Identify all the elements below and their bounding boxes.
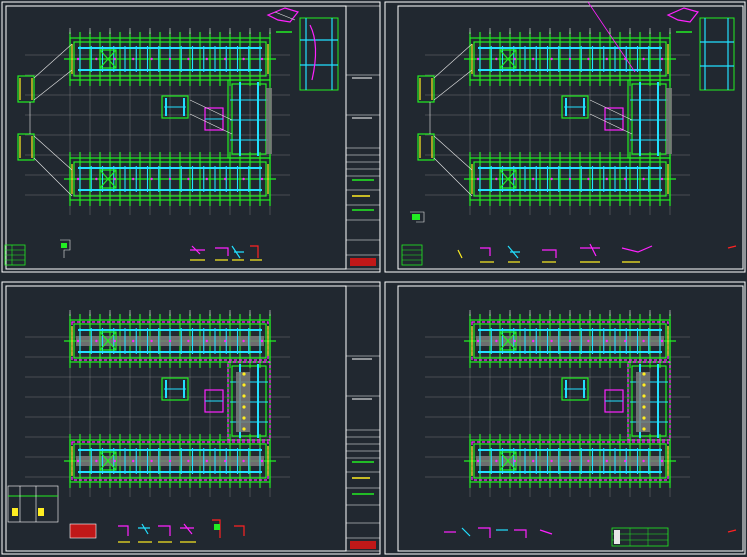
top-wing: [64, 32, 276, 86]
sheet-4-frame: [384, 281, 746, 555]
detail-callouts-sheet-4: [444, 527, 737, 547]
bottom-wing: [64, 434, 276, 488]
bottom-wing: [64, 152, 276, 206]
leader-line: [587, 1, 636, 73]
title-block-sheet-3: [345, 285, 381, 552]
sheet-3-frame: [1, 281, 381, 555]
title-block-sheet-1: [345, 5, 381, 270]
floor-plan-sheet-2: [417, 28, 690, 215]
cad-drawing-canvas: [1, 1, 746, 555]
detail-elevation: [266, 7, 339, 91]
legend-table-icon: [4, 244, 26, 266]
top-wing: [464, 314, 676, 368]
annex: [561, 377, 624, 413]
top-wing: [464, 32, 676, 86]
floor-plan-sheet-1: [17, 28, 290, 215]
detail-callout-icon: [60, 239, 262, 261]
connector-block: [227, 361, 271, 441]
bottom-wing: [464, 152, 676, 206]
connector-block: [627, 361, 671, 441]
top-wing: [64, 314, 276, 368]
bottom-wing: [464, 434, 676, 488]
detail-callouts-sheet-3: [7, 485, 245, 543]
annex: [161, 377, 224, 413]
floor-plan-sheet-4: [425, 310, 690, 497]
floor-plan-sheet-3: [25, 310, 290, 497]
